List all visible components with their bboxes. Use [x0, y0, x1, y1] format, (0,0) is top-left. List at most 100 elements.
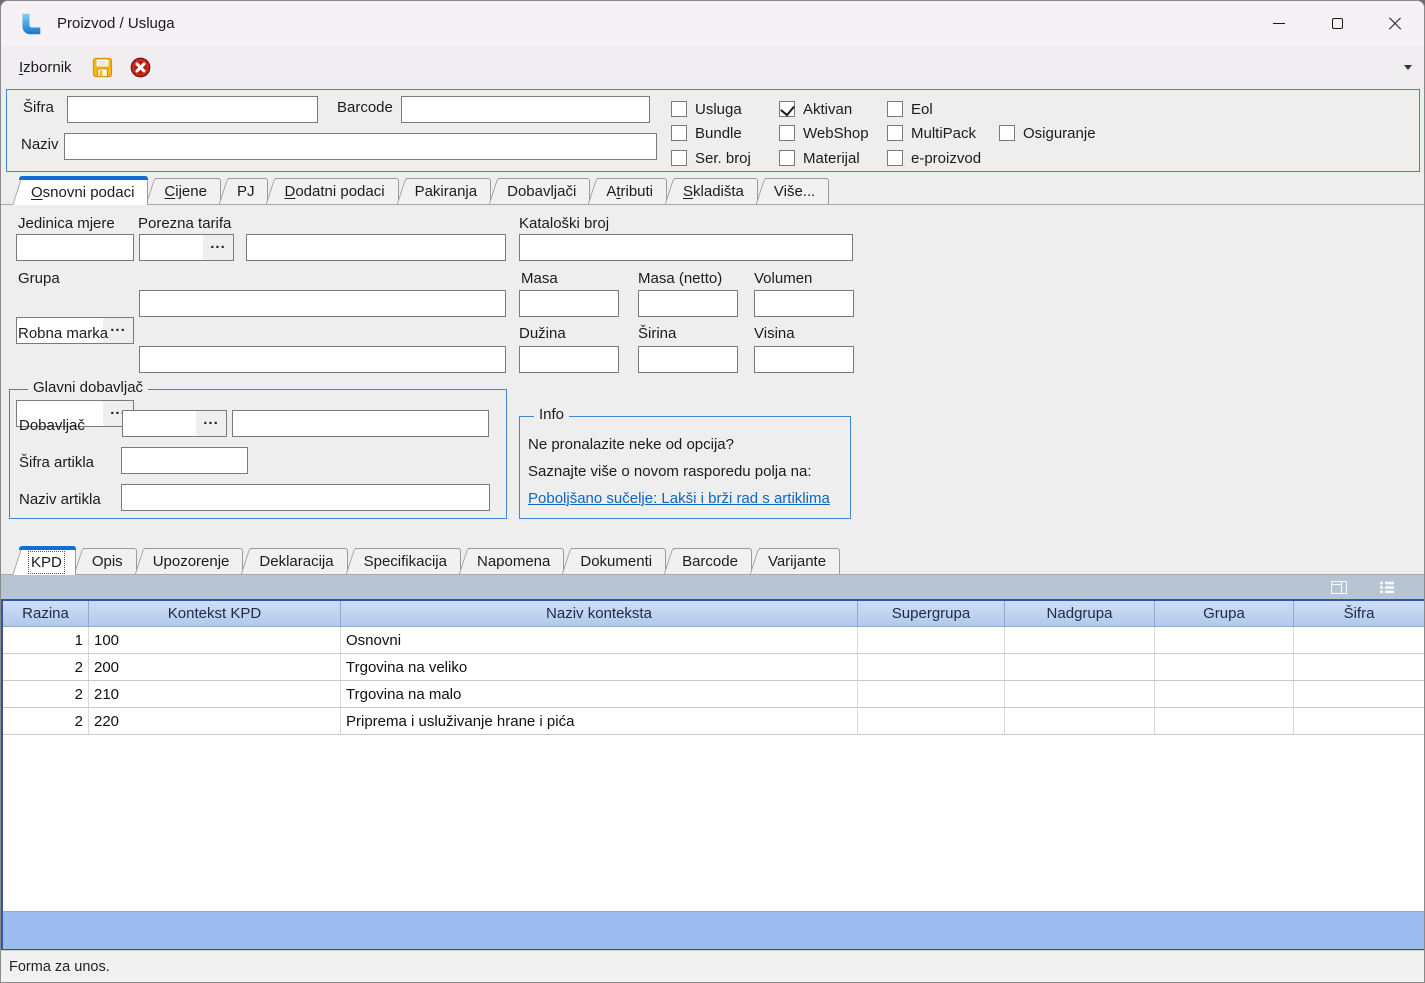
dobavljac-lookup-button[interactable]: ... — [196, 411, 226, 436]
duzina-input[interactable] — [519, 346, 619, 373]
column-header-supergrupa[interactable]: Supergrupa — [858, 601, 1005, 626]
minimize-button[interactable] — [1250, 1, 1308, 46]
cell-supergrupa[interactable] — [858, 654, 1005, 680]
cell-sifra[interactable] — [1294, 627, 1424, 653]
column-header-grupa[interactable]: Grupa — [1155, 601, 1294, 626]
column-header-naziv-konteksta[interactable]: Naziv konteksta — [341, 601, 858, 626]
cell-sifra[interactable] — [1294, 654, 1424, 680]
kpd-row[interactable]: 2 220 Priprema i usluživanje hrane i pić… — [3, 708, 1424, 735]
tab-pj[interactable]: PJ — [228, 178, 269, 204]
cell-razina[interactable]: 1 — [3, 627, 89, 653]
sifra-artikla-input[interactable] — [121, 447, 248, 474]
tab-napomena[interactable]: Napomena — [468, 548, 564, 574]
porezna-tarifa-name-input[interactable] — [246, 234, 506, 261]
tab-dodatni-podaci[interactable]: Dodatni podaci — [275, 178, 398, 204]
kataloski-broj-input[interactable] — [519, 234, 853, 261]
save-button[interactable] — [90, 55, 116, 81]
jedinica-mjere-input[interactable] — [16, 234, 134, 261]
cell-kontekst[interactable]: 200 — [89, 654, 341, 680]
cell-naziv[interactable]: Trgovina na malo — [341, 681, 858, 707]
robna-marka-name-input[interactable] — [139, 346, 506, 373]
cell-naziv[interactable]: Priprema i usluživanje hrane i pića — [341, 708, 858, 734]
close-button[interactable] — [1366, 1, 1424, 46]
tab-cijene[interactable]: Cijene — [155, 178, 221, 204]
masa-input[interactable] — [519, 290, 619, 317]
tab-varijante[interactable]: Varijante — [759, 548, 840, 574]
checkbox-materijal[interactable]: Materijal — [779, 148, 860, 168]
masa-netto-input[interactable] — [638, 290, 738, 317]
checkbox-label: WebShop — [803, 125, 869, 142]
cell-sifra[interactable] — [1294, 708, 1424, 734]
grid-save-layout-button[interactable] — [1328, 578, 1350, 596]
barcode-input[interactable] — [401, 96, 650, 123]
cell-supergrupa[interactable] — [858, 681, 1005, 707]
kpd-row[interactable]: 2 200 Trgovina na veliko — [3, 654, 1424, 681]
kpd-row[interactable]: 2 210 Trgovina na malo — [3, 681, 1424, 708]
tab-deklaracija[interactable]: Deklaracija — [250, 548, 347, 574]
cell-razina[interactable]: 2 — [3, 708, 89, 734]
cell-nadgrupa[interactable] — [1005, 654, 1155, 680]
volumen-input[interactable] — [754, 290, 854, 317]
tab-atributi[interactable]: Atributi — [597, 178, 667, 204]
cell-razina[interactable]: 2 — [3, 681, 89, 707]
checkbox-ser-broj[interactable]: Ser. broj — [671, 148, 751, 168]
checkbox-eol[interactable]: Eol — [887, 99, 933, 119]
checkbox-bundle[interactable]: Bundle — [671, 123, 742, 143]
toolbar-overflow-button[interactable] — [1400, 60, 1416, 76]
column-header-nadgrupa[interactable]: Nadgrupa — [1005, 601, 1155, 626]
menu-izbornik[interactable]: Izbornik — [13, 55, 78, 80]
grid-column-chooser-button[interactable] — [1376, 578, 1398, 596]
column-header-kontekst-kpd[interactable]: Kontekst KPD — [89, 601, 341, 626]
tab-kpd[interactable]: KPD — [22, 546, 76, 575]
grupa-name-input[interactable] — [139, 290, 506, 317]
cell-kontekst[interactable]: 210 — [89, 681, 341, 707]
info-link[interactable]: Poboljšano sučelje: Lakši i brži rad s a… — [528, 490, 830, 507]
naziv-input[interactable] — [64, 133, 657, 160]
checkbox-aktivan[interactable]: Aktivan — [779, 99, 852, 119]
checkbox-e-proizvod[interactable]: e-proizvod — [887, 148, 981, 168]
checkbox-webshop[interactable]: WebShop — [779, 123, 869, 143]
cell-grupa[interactable] — [1155, 708, 1294, 734]
tab-pakiranja[interactable]: Pakiranja — [406, 178, 492, 204]
cell-supergrupa[interactable] — [858, 708, 1005, 734]
tab-dokumenti[interactable]: Dokumenti — [571, 548, 666, 574]
visina-input[interactable] — [754, 346, 854, 373]
tab-label: Varijante — [768, 553, 826, 570]
sirina-input[interactable] — [638, 346, 738, 373]
cancel-button[interactable] — [128, 55, 154, 81]
cell-grupa[interactable] — [1155, 654, 1294, 680]
tab-label: Opis — [92, 553, 123, 570]
checkbox-osiguranje[interactable]: Osiguranje — [999, 123, 1096, 143]
naziv-artikla-input[interactable] — [121, 484, 490, 511]
dobavljac-name-input[interactable] — [232, 410, 489, 437]
cell-supergrupa[interactable] — [858, 627, 1005, 653]
cell-naziv[interactable]: Osnovni — [341, 627, 858, 653]
cell-nadgrupa[interactable] — [1005, 708, 1155, 734]
cell-kontekst[interactable]: 100 — [89, 627, 341, 653]
cell-razina[interactable]: 2 — [3, 654, 89, 680]
tab-upozorenje[interactable]: Upozorenje — [144, 548, 244, 574]
cell-kontekst[interactable]: 220 — [89, 708, 341, 734]
porezna-tarifa-lookup-button[interactable]: ... — [203, 235, 233, 260]
column-header-razina[interactable]: Razina — [3, 601, 89, 626]
checkbox-label: Osiguranje — [1023, 125, 1096, 142]
checkbox-usluga[interactable]: Usluga — [671, 99, 742, 119]
checkbox-multipack[interactable]: MultiPack — [887, 123, 976, 143]
tab-specifikacija[interactable]: Specifikacija — [355, 548, 461, 574]
tab-barcode[interactable]: Barcode — [673, 548, 752, 574]
cell-nadgrupa[interactable] — [1005, 681, 1155, 707]
column-header-sifra[interactable]: Šifra — [1294, 601, 1424, 626]
cell-grupa[interactable] — [1155, 627, 1294, 653]
cell-sifra[interactable] — [1294, 681, 1424, 707]
tab-skladista[interactable]: Skladišta — [674, 178, 758, 204]
tab-dobavljaci[interactable]: Dobavljači — [498, 178, 590, 204]
sifra-input[interactable] — [67, 96, 318, 123]
maximize-button[interactable] — [1308, 1, 1366, 46]
cell-nadgrupa[interactable] — [1005, 627, 1155, 653]
tab-osnovni-podaci[interactable]: Osnovni podaci — [22, 176, 148, 205]
tab-vise[interactable]: Više... — [765, 178, 829, 204]
cell-grupa[interactable] — [1155, 681, 1294, 707]
kpd-row[interactable]: 1 100 Osnovni — [3, 627, 1424, 654]
tab-opis[interactable]: Opis — [83, 548, 137, 574]
cell-naziv[interactable]: Trgovina na veliko — [341, 654, 858, 680]
